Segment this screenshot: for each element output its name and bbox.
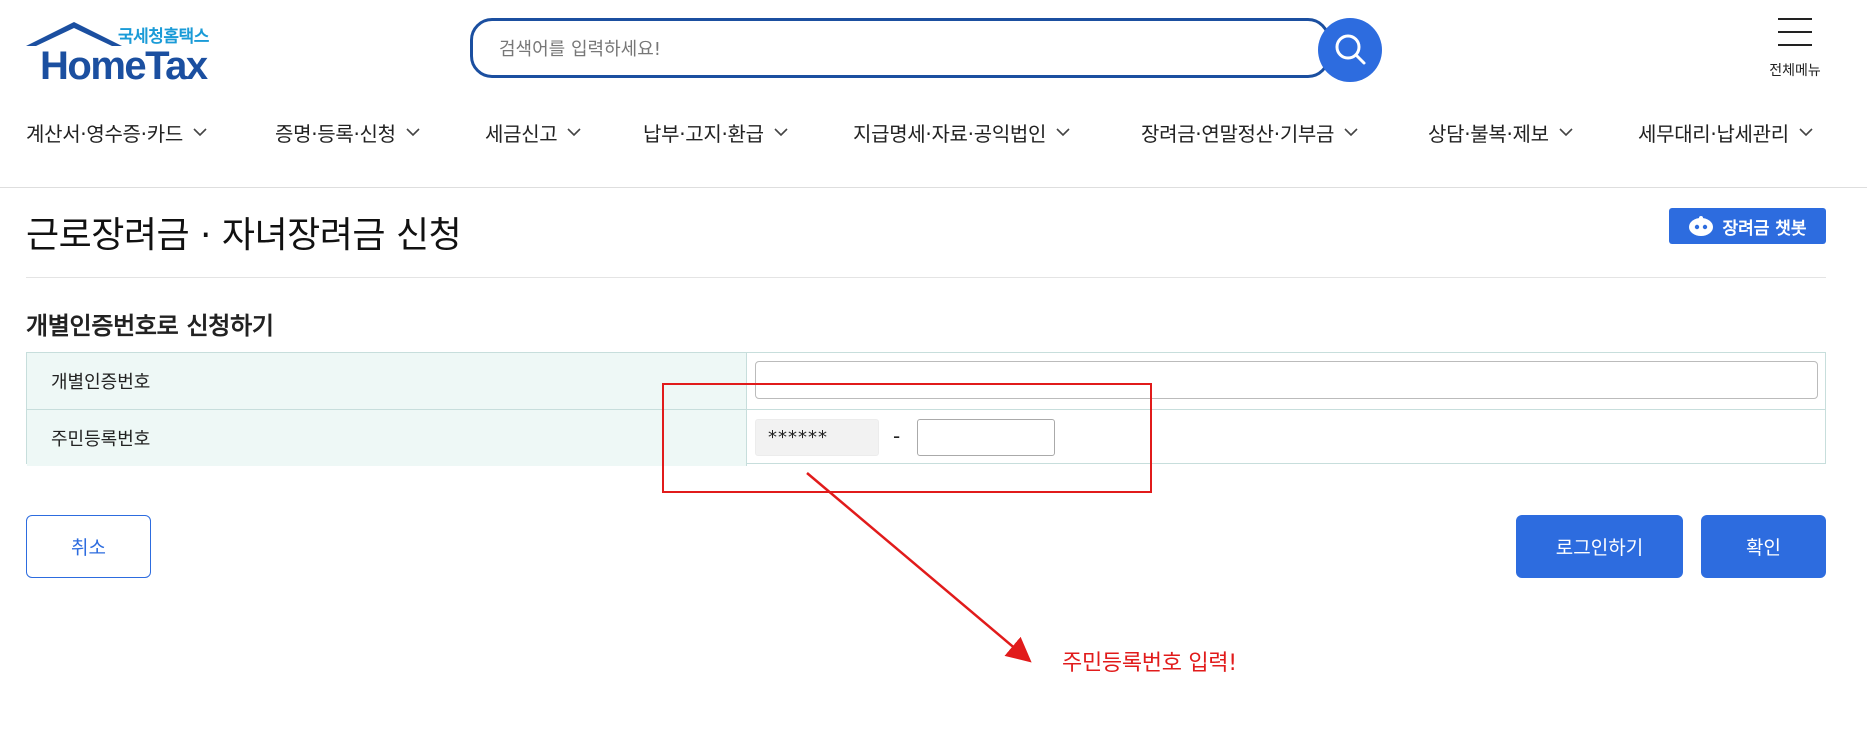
annotation-text: 주민등록번호 입력! — [1062, 651, 1237, 676]
annotation-arrow-icon — [806, 472, 1032, 663]
